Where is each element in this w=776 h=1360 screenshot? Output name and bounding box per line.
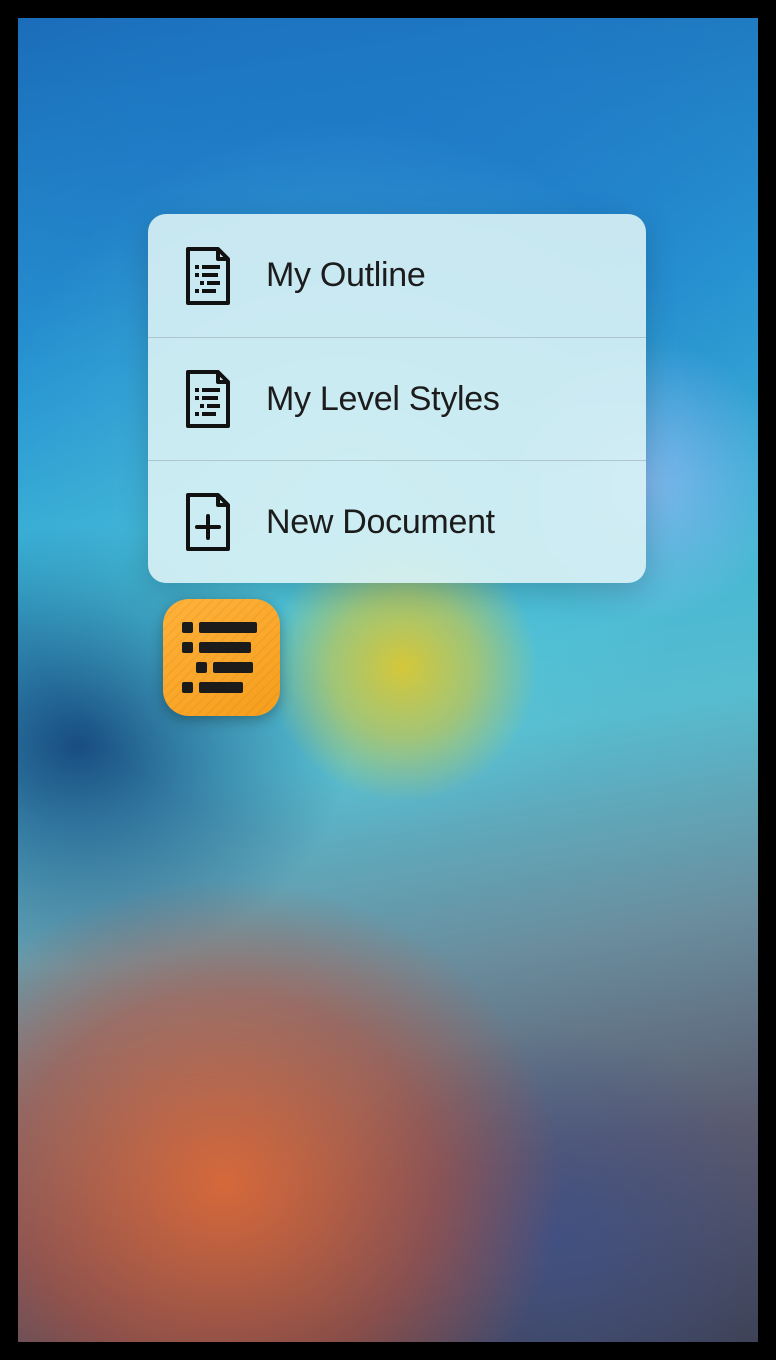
- quick-action-label: My Outline: [266, 256, 426, 295]
- document-outline-icon: [176, 245, 240, 307]
- quick-action-my-outline[interactable]: My Outline: [148, 214, 646, 337]
- outline-glyph-icon: [182, 622, 262, 694]
- document-outline-icon: [176, 368, 240, 430]
- quick-action-label: New Document: [266, 503, 495, 542]
- app-icon-omnioutliner[interactable]: [163, 599, 280, 716]
- quick-actions-menu: My Outline My Level Styles: [148, 214, 646, 583]
- document-plus-icon: [176, 491, 240, 553]
- quick-action-new-document[interactable]: New Document: [148, 460, 646, 583]
- quick-action-my-level-styles[interactable]: My Level Styles: [148, 337, 646, 460]
- home-screen-blurred-wallpaper: My Outline My Level Styles: [18, 18, 758, 1342]
- quick-action-label: My Level Styles: [266, 380, 500, 419]
